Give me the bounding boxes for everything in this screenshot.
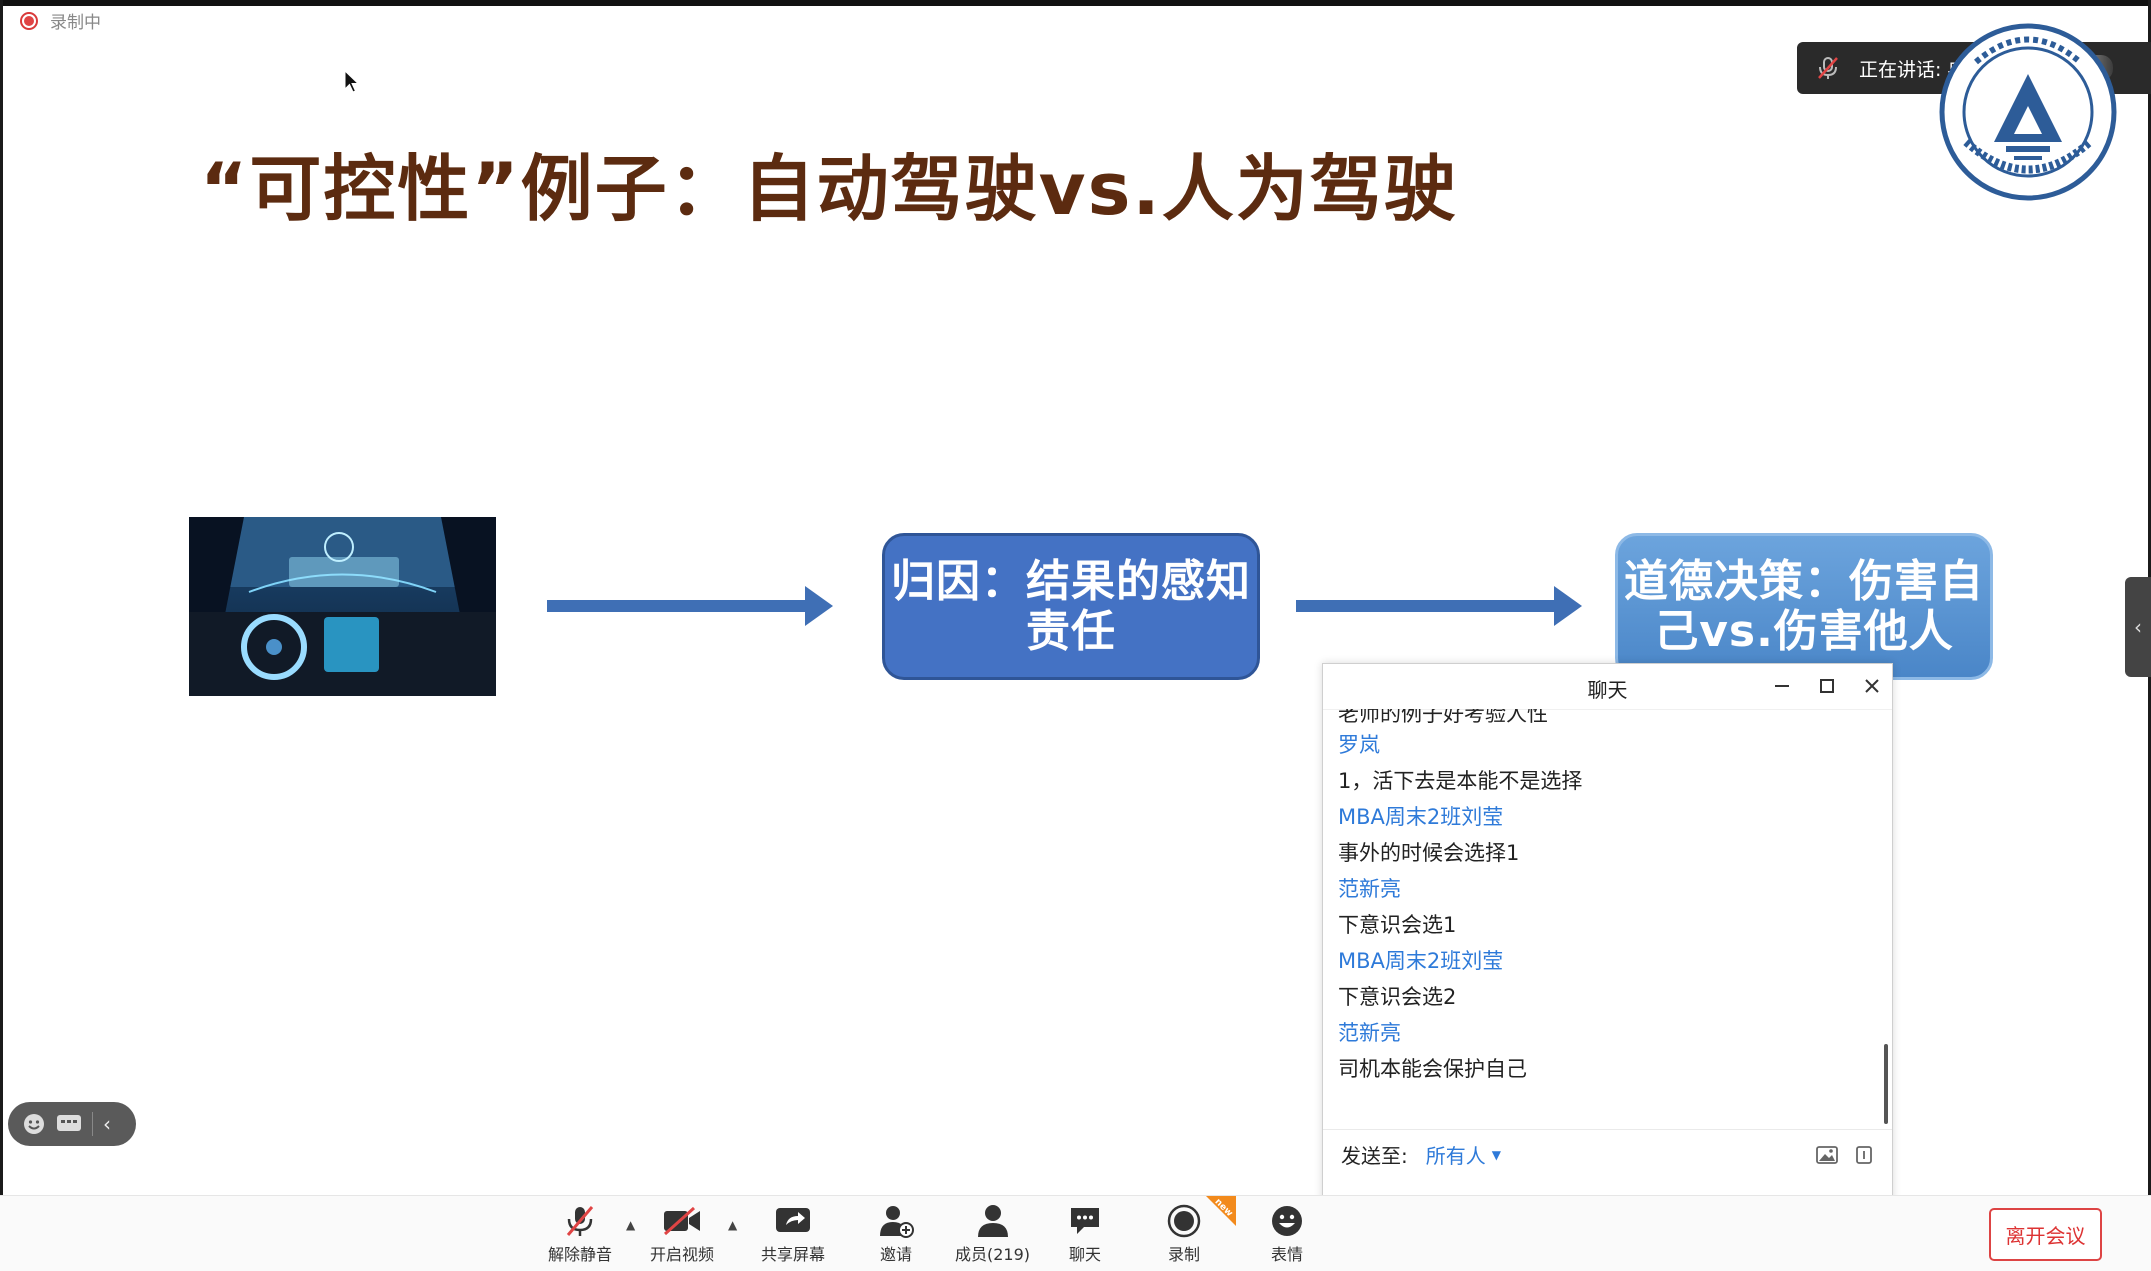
minimize-icon [1775, 685, 1789, 687]
chat-message-text: 事外的时候会选择1 [1338, 841, 1520, 865]
mouse-cursor-icon [344, 70, 360, 93]
reaction-label: 表情 [1270, 1245, 1303, 1264]
maximize-button[interactable] [1812, 672, 1842, 700]
record-icon [1167, 1204, 1201, 1238]
close-button[interactable] [1857, 672, 1887, 700]
unmute-button[interactable]: 解除静音 [548, 1203, 612, 1265]
file-icon[interactable] [1854, 1145, 1874, 1165]
caption-icon[interactable] [56, 1113, 82, 1135]
video-options-caret-icon[interactable]: ▲ [728, 1218, 737, 1232]
arrow-right-1 [547, 586, 833, 626]
chat-message-text: 司机本能会保护自己 [1338, 1057, 1527, 1081]
invite-label: 邀请 [879, 1245, 912, 1264]
chat-sender-name: 范新亮 [1338, 1021, 1401, 1045]
unmute-label: 解除静音 [548, 1245, 613, 1264]
reaction-pill: ‹ [8, 1102, 136, 1146]
start-video-label: 开启视频 [650, 1245, 715, 1264]
chat-titlebar: 聊天 [1323, 664, 1892, 710]
arrow-right-2 [1296, 586, 1582, 626]
muted-mic-icon [566, 1206, 594, 1236]
top-border [0, 0, 2151, 6]
chat-message-text: 1，活下去是本能不是选择 [1338, 769, 1583, 793]
moral-decision-box: 道德决策：伤害自 己vs.伤害他人 [1615, 533, 1993, 680]
collapse-chevron-icon[interactable]: ‹ [103, 1112, 111, 1136]
muted-mic-icon [1818, 57, 1838, 79]
chat-message-text: 老师的例子好考验人性 [1338, 709, 1548, 726]
chat-sender-name: 罗岚 [1338, 733, 1380, 757]
share-screen-icon [776, 1208, 810, 1232]
chat-button[interactable]: 聊天 [1068, 1203, 1102, 1265]
car-interior-illustration [189, 517, 496, 696]
members-icon [977, 1205, 1008, 1237]
dropdown-caret-icon[interactable]: ▼ [1492, 1148, 1501, 1162]
chat-bubble-icon [1071, 1208, 1099, 1234]
side-panel-toggle[interactable]: ‹ [2125, 577, 2151, 677]
moral-decision-box-line2: 己vs.伤害他人 [1654, 605, 1954, 657]
close-icon [1865, 679, 1879, 693]
minimize-button[interactable] [1767, 672, 1797, 700]
invite-user-icon [880, 1206, 914, 1238]
attribution-box-line1: 归因：结果的感知 [891, 555, 1251, 607]
chat-sender-name: MBA周末2班刘莹 [1338, 805, 1504, 829]
slide-title: “可控性”例子：自动驾驶vs.人为驾驶 [200, 147, 1458, 231]
reaction-button[interactable]: 表情 [1270, 1203, 1304, 1265]
image-icon[interactable] [1816, 1145, 1838, 1165]
leave-meeting-button[interactable]: 离开会议 [1989, 1208, 2102, 1261]
university-seal-logo [1939, 23, 2117, 201]
autonomous-car-image [189, 517, 496, 696]
chat-label: 聊天 [1068, 1245, 1101, 1264]
moral-decision-box-line1: 道德决策：伤害自 [1624, 555, 1984, 607]
audio-options-caret-icon[interactable]: ▲ [626, 1218, 635, 1232]
chat-sender-name: 范新亮 [1338, 877, 1401, 901]
attribution-box-line2: 责任 [1026, 605, 1116, 657]
record-label: 录制 [1167, 1245, 1200, 1264]
recording-icon [20, 11, 38, 30]
attribution-box: 归因：结果的感知 责任 [882, 533, 1260, 680]
chat-message-list[interactable]: 老师的例子好考验人性 罗岚 1，活下去是本能不是选择 MBA周末2班刘莹 事外的… [1338, 709, 1872, 1129]
video-off-icon [663, 1206, 700, 1236]
recording-label: 录制中 [50, 13, 101, 33]
chat-scrollbar[interactable] [1884, 1044, 1888, 1124]
chat-title: 聊天 [1587, 678, 1628, 702]
chat-window: 聊天 老师的例子好考验人性 罗岚 1，活下去是本能不是选择 MBA周末2班刘莹 … [1322, 663, 1893, 1270]
record-button[interactable]: 录制 [1167, 1203, 1201, 1265]
pill-divider [92, 1112, 93, 1136]
emoji-icon[interactable] [22, 1112, 46, 1136]
share-screen-button[interactable]: 共享屏幕 [761, 1203, 825, 1265]
members-button[interactable]: 成员(219) [955, 1203, 1030, 1265]
send-to-label: 发送至: [1341, 1144, 1408, 1168]
send-to-dropdown[interactable]: 所有人 [1426, 1140, 1486, 1169]
chat-sender-name: MBA周末2班刘莹 [1338, 949, 1504, 973]
chat-send-bar: 发送至: 所有人 ▼ [1323, 1129, 1892, 1179]
invite-button[interactable]: 邀请 [878, 1203, 914, 1265]
smiley-icon [1272, 1206, 1302, 1236]
members-label: 成员(219) [955, 1245, 1031, 1264]
left-border [0, 0, 3, 1195]
start-video-button[interactable]: 开启视频 [650, 1203, 714, 1265]
share-screen-label: 共享屏幕 [761, 1245, 826, 1264]
chat-message-text: 下意识会选1 [1338, 913, 1457, 937]
maximize-icon [1820, 679, 1834, 693]
recording-indicator: 录制中 [20, 8, 101, 33]
chat-message-text: 下意识会选2 [1338, 985, 1457, 1009]
